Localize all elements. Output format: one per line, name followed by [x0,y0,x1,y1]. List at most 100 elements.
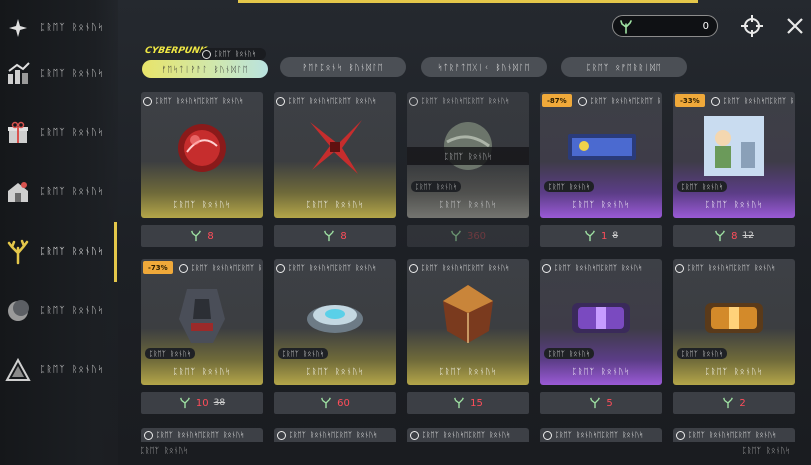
card-tag: ᛈᚱᛖᛉ ᚱᛟᚾᚢᛋ [677,181,728,192]
sidebar-item-3[interactable]: ᛈᚱᛖᛉ ᚱᛟᚾᚢᛋ [0,172,118,212]
clock-icon [542,263,551,273]
price-button[interactable]: 8 [141,225,263,247]
price-button[interactable]: 8 [274,225,396,247]
crosshair-icon[interactable] [738,12,766,40]
tab-weapons-bundle[interactable]: ᚹᛖᚨᛈᛟᚾᛋ ᛒᚢᚾᛞᛚᛖ [280,57,406,77]
red-orb-art [178,124,226,172]
product-card[interactable]: ᛈᚱᛖᛉ ᚱᛟᚾᚢᛋᛖᛈᚱᛖᛉ ᚱᛟᚾᚢᛋ ᛈᚱᛖᛉ ᚱᛟᚾᚢᛋ [407,259,529,385]
footer-left-label: ᛈᚱᛖᛉ ᚱᛟᚾᚢᛋ [140,446,189,455]
clock-icon [711,96,720,106]
crystal-gem-art [443,285,493,343]
price-button[interactable]: 5 [540,392,662,414]
character-portrait-art [704,116,764,176]
owned-label: ᛈᚱᛖᛉ ᚱᛟᚾᚢᛋ [407,147,529,165]
coral-currency-icon [590,397,601,409]
armor-art [179,289,225,343]
card-timer: ᛈᚱᛖᛉ ᚱᛟᚾᚢᛋᛖᛈᚱᛖᛉ ᚱᛟᚾᚢᛋ [409,262,527,274]
currency-display[interactable]: 0 [612,15,718,37]
gold-chest-art [705,303,763,333]
product-card[interactable]: ᛈᚱᛖᛉ ᚱᛟᚾᚢᛋᛖᛈᚱᛖᛉ ᚱᛟᚾᚢᛋ ᛈᚱᛖᛉ ᚱᛟᚾᚢᛋ [274,92,396,218]
card-tag: ᛈᚱᛖᛉ ᚱᛟᚾᚢᛋ [677,348,728,359]
product-card-peek[interactable]: ᛈᚱᛖᛉ ᚱᛟᚾᚢᛋᛖᛈᚱᛖᛉ ᚱᛟᚾᚢᛋ [141,428,263,442]
cyberpunk-logo: CYBERPUNK [144,46,208,56]
tab-festival-bundle[interactable]: ᚠᛖᛋᛏᛁᚹᚨᛚ ᛒᚢᚾᛞᛚᛖ [142,60,268,78]
planet-art [444,122,492,170]
clock-icon [410,430,419,440]
coral-currency-icon [585,230,595,242]
sidebar-item-4[interactable]: ᛈᚱᛖᛉ ᚱᛟᚾᚢᛋ [0,232,118,272]
tab-override[interactable]: ᛈᚱᛖᛉ ᛟᚡᛖᚱᚱᛁᛞᛖ [561,57,687,77]
product-card[interactable]: ᛈᚱᛖᛉ ᚱᛟᚾᚢᛋᛖᛈᚱᛖᛉ ᚱᛟ -73% ᛈᚱᛖᛉ ᚱᛟᚾᚢᛋ ᛈᚱᛖᛉ … [141,259,263,385]
sidebar-item-0[interactable]: ᛈᚱᛖᛉ ᚱᛟᚾᚢᛋ [0,8,118,48]
coral-currency-icon [179,397,190,409]
card-timer: ᛈᚱᛖᛉ ᚱᛟᚾᚢᛋᛖᛈᚱᛖᛉ ᚱᛟᚾᚢᛋ [675,262,793,274]
clock-icon [277,430,286,440]
sidebar-item-5[interactable]: ᛈᚱᛖᛉ ᚱᛟᚾᚢᛋ [0,291,118,331]
sidebar-item-6[interactable]: ᛈᚱᛖᛉ ᚱᛟᚾᚢᛋ [0,350,118,390]
product-card[interactable]: ᛈᚱᛖᛉ ᚱᛟᚾᚢᛋᛖᛈᚱᛖᛉ ᚱᛟᚾᚢᛋ -87% ᛈᚱᛖᛉ ᚱᛟᚾᚢᛋ ᛈᚱ… [540,92,662,218]
moon-icon [2,295,34,327]
card-tag: ᛈᚱᛖᛉ ᚱᛟᚾᚢᛋ [145,348,196,359]
banner-card-art [568,134,636,160]
close-icon[interactable] [781,12,809,40]
clock-icon [202,49,211,59]
clock-icon [276,263,285,273]
coral-currency-icon [451,230,461,242]
product-card[interactable]: ᛈᚱᛖᛉ ᚱᛟᚾᚢᛋᛖᛈᚱᛖᛉ ᚱᛟᚾᚢᛋ ᛈᚱᛖᛉ ᚱᛟᚾᚢᛋ ᛈᚱᛖᛉ ᚱᛟ… [407,92,529,218]
product-card[interactable]: ᛈᚱᛖᛉ ᚱᛟᚾᚢᛋᛖᛈᚱᛖᛉ ᚱᛟᚾᚢᛋ ᛈᚱᛖᛉ ᚱᛟᚾᚢᛋ ᛈᚱᛖᛉ ᚱᛟ… [673,259,795,385]
card-timer: ᛈᚱᛖᛉ ᚱᛟᚾᚢᛋᛖᛈᚱᛖᛉ ᚱᛟᚾᚢᛋ [711,95,793,107]
card-timer: ᛈᚱᛖᛉ ᚱᛟᚾᚢᛋᛖᛈᚱᛖᛉ ᚱᛟᚾᚢᛋ [409,95,527,107]
token-icon [2,12,34,44]
clock-icon [144,430,153,440]
price-button[interactable]: 8 12 [673,225,795,247]
product-card[interactable]: ᛈᚱᛖᛉ ᚱᛟᚾᚢᛋᛖᛈᚱᛖᛉ ᚱᛟᚾᚢᛋ ᛈᚱᛖᛉ ᚱᛟᚾᚢᛋ ᛈᚱᛖᛉ ᚱᛟ… [540,259,662,385]
clock-icon [578,96,587,106]
coral-currency-icon [723,397,734,409]
coral-currency-icon [454,397,465,409]
coral-currency-icon [619,19,633,34]
card-tag: ᛈᚱᛖᛉ ᚱᛟᚾᚢᛋ [278,348,329,359]
tab-timer: ᛈᚱᛖᛉ ᚱᛟᚾᚢᛋ [200,48,266,60]
card-timer: ᛈᚱᛖᛉ ᚱᛟᚾᚢᛋᛖᛈᚱᛖᛉ ᚱᛟᚾᚢᛋ [143,95,261,107]
clock-icon [276,96,285,106]
discount-badge: -87% [542,94,572,107]
discount-badge: -73% [143,261,173,274]
triangle-icon [2,354,34,386]
product-card[interactable]: ᛈᚱᛖᛉ ᚱᛟᚾᚢᛋᛖᛈᚱᛖᛉ ᚱᛟᚾᚢᛋ ᛈᚱᛖᛉ ᚱᛟᚾᚢᛋ ᛈᚱᛖᛉ ᚱᛟ… [274,259,396,385]
card-tag: ᛈᚱᛖᛉ ᚱᛟᚾᚢᛋ [411,181,462,192]
discount-badge: -33% [675,94,705,107]
price-button[interactable]: 18 [540,225,662,247]
card-timer: ᛈᚱᛖᛉ ᚱᛟᚾᚢᛋᛖᛈᚱᛖᛉ ᚱᛟᚾᚢᛋ [542,262,660,274]
product-card-peek[interactable]: ᛈᚱᛖᛉ ᚱᛟᚾᚢᛋᛖᛈᚱᛖᛉ ᚱᛟᚾᚢᛋ [540,428,662,442]
sidebar-item-1[interactable]: ᛈᚱᛖᛉ ᚱᛟᚾᚢᛋ [0,54,118,94]
card-timer: ᛈᚱᛖᛉ ᚱᛟᚾᚢᛋᛖᛈᚱᛖᛉ ᚱᛟ [179,262,261,274]
coral-currency-icon [324,230,335,242]
footer-right-label: ᛈᚱᛖᛉ ᚱᛟᚾᚢᛋ [742,446,791,455]
tab-strategic-bundle[interactable]: ᛋᛏᚱᚨᛏᛖᚷᛁᚲ ᛒᚢᚾᛞᛚᛖ [421,57,547,77]
house-gift-icon [2,176,34,208]
active-indicator [114,222,117,282]
product-card-peek[interactable]: ᛈᚱᛖᛉ ᚱᛟᚾᚢᛋᛖᛈᚱᛖᛉ ᚱᛟᚾᚢᛋ [407,428,529,442]
product-card-peek[interactable]: ᛈᚱᛖᛉ ᚱᛟᚾᚢᛋᛖᛈᚱᛖᛉ ᚱᛟᚾᚢᛋ [673,428,795,442]
price-button: 360 [407,225,529,247]
clock-icon [675,263,684,273]
card-timer: ᛈᚱᛖᛉ ᚱᛟᚾᚢᛋᛖᛈᚱᛖᛉ ᚱᛟᚾᚢᛋ [578,95,660,107]
chart-up-icon [2,58,34,90]
top-accent-line [238,0,698,3]
coral-currency-icon [321,397,332,409]
clock-icon [409,96,418,106]
gift-icon [2,117,34,149]
coral-currency-icon [715,230,725,242]
sidebar-item-2[interactable]: ᛈᚱᛖᛉ ᚱᛟᚾᚢᛋ [0,113,118,153]
price-button[interactable]: 2 [673,392,795,414]
clock-icon [143,96,152,106]
product-card[interactable]: ᛈᚱᛖᛉ ᚱᛟᚾᚢᛋᛖᛈᚱᛖᛉ ᚱᛟᚾᚢᛋ ᛈᚱᛖᛉ ᚱᛟᚾᚢᛋ [141,92,263,218]
price-button[interactable]: 15 [407,392,529,414]
price-button[interactable]: 10 38 [141,392,263,414]
coral-currency-icon [191,230,202,242]
product-card[interactable]: ᛈᚱᛖᛉ ᚱᛟᚾᚢᛋᛖᛈᚱᛖᛉ ᚱᛟᚾᚢᛋ -33% ᛈᚱᛖᛉ ᚱᛟᚾᚢᛋ ᛈᚱ… [673,92,795,218]
price-button[interactable]: 60 [274,392,396,414]
product-card-peek[interactable]: ᛈᚱᛖᛉ ᚱᛟᚾᚢᛋᛖᛈᚱᛖᛉ ᚱᛟᚾᚢᛋ [274,428,396,442]
purple-chest-art [572,303,630,333]
card-tag: ᛈᚱᛖᛉ ᚱᛟᚾᚢᛋ [544,181,595,192]
